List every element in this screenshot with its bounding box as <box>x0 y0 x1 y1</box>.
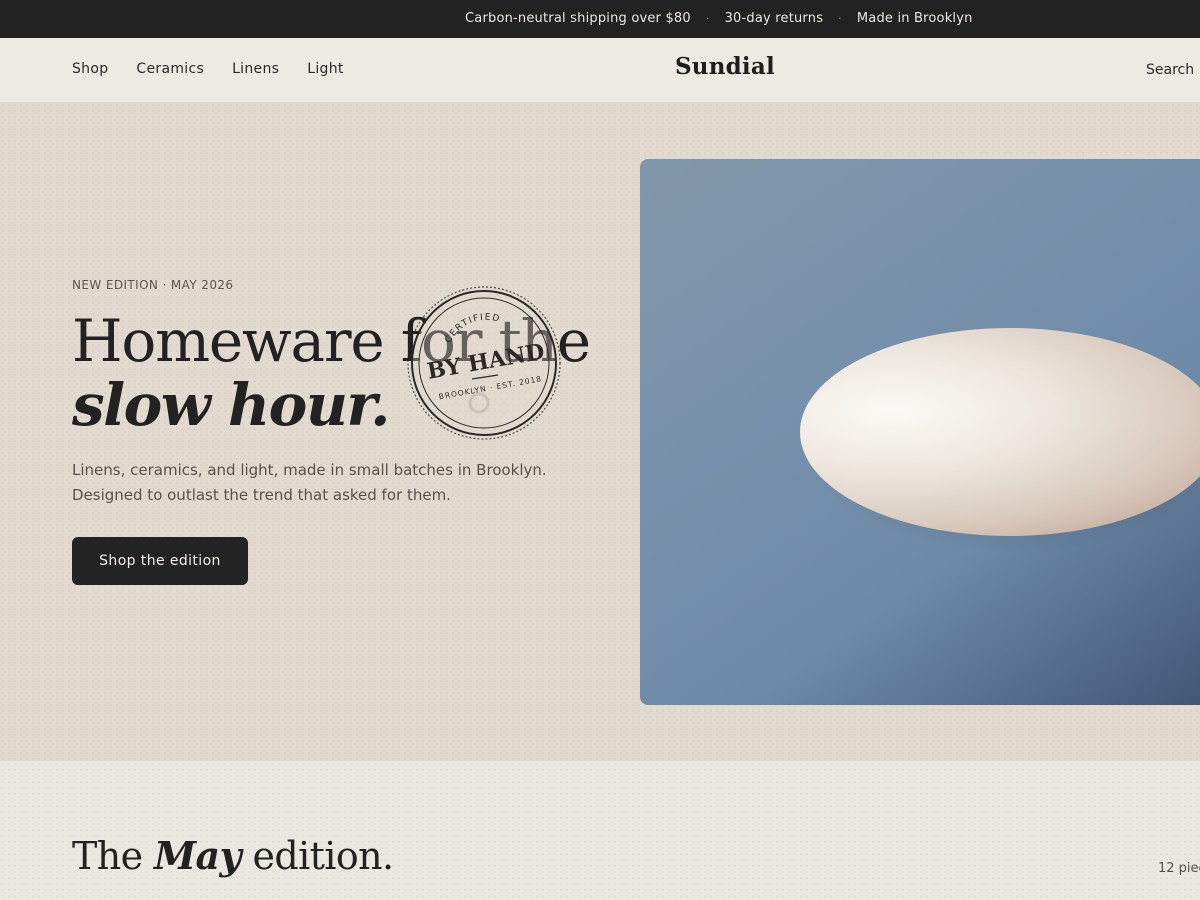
announcement-shipping: Carbon-neutral shipping over $80 <box>465 11 691 26</box>
announcement-returns: 30-day returns <box>724 11 824 26</box>
edition-title-month: May <box>154 833 242 878</box>
nav-shop[interactable]: Shop <box>72 61 108 77</box>
hero-bowl-image <box>640 159 1200 705</box>
announcement-bar: Carbon-neutral shipping over $80 · 30-da… <box>0 0 1200 38</box>
shop-edition-button[interactable]: Shop the edition <box>72 537 248 585</box>
certified-by-hand-stamp: CERTIFIED BY HAND BROOKLYN · EST. 2018 <box>407 286 561 440</box>
announcement-separator: · <box>705 12 710 25</box>
ceramic-bowl <box>800 328 1200 536</box>
edition-title: The May edition. <box>72 833 394 878</box>
edition-title-post: edition. <box>252 834 394 878</box>
hero-eyebrow: NEW EDITION · MAY 2026 <box>72 278 234 292</box>
announcement-origin: Made in Brooklyn <box>856 11 973 26</box>
announcement-separator: · <box>838 12 842 25</box>
main-nav: Shop Ceramics Linens Light <box>72 61 372 77</box>
edition-section: The May edition. 12 pieces <box>0 761 1200 900</box>
hero-subtitle-line2: Designed to outlast the trend that asked… <box>72 486 451 504</box>
hero-subtitle-line1: Linens, ceramics, and light, made in sma… <box>72 461 547 479</box>
hero-subtitle: Linens, ceramics, and light, made in sma… <box>72 458 552 508</box>
edition-piece-count: 12 pieces <box>1158 861 1200 876</box>
nav-light[interactable]: Light <box>307 61 343 77</box>
site-logo[interactable]: Sundial <box>675 53 775 80</box>
search-link[interactable]: Search <box>1146 62 1194 78</box>
nav-ceramics[interactable]: Ceramics <box>136 61 204 77</box>
site-header: Shop Ceramics Linens Light Sundial Searc… <box>0 38 1200 103</box>
edition-title-pre: The <box>72 834 143 878</box>
hero-section: NEW EDITION · MAY 2026 Homeware for the … <box>0 102 1200 761</box>
nav-linens[interactable]: Linens <box>232 61 279 77</box>
